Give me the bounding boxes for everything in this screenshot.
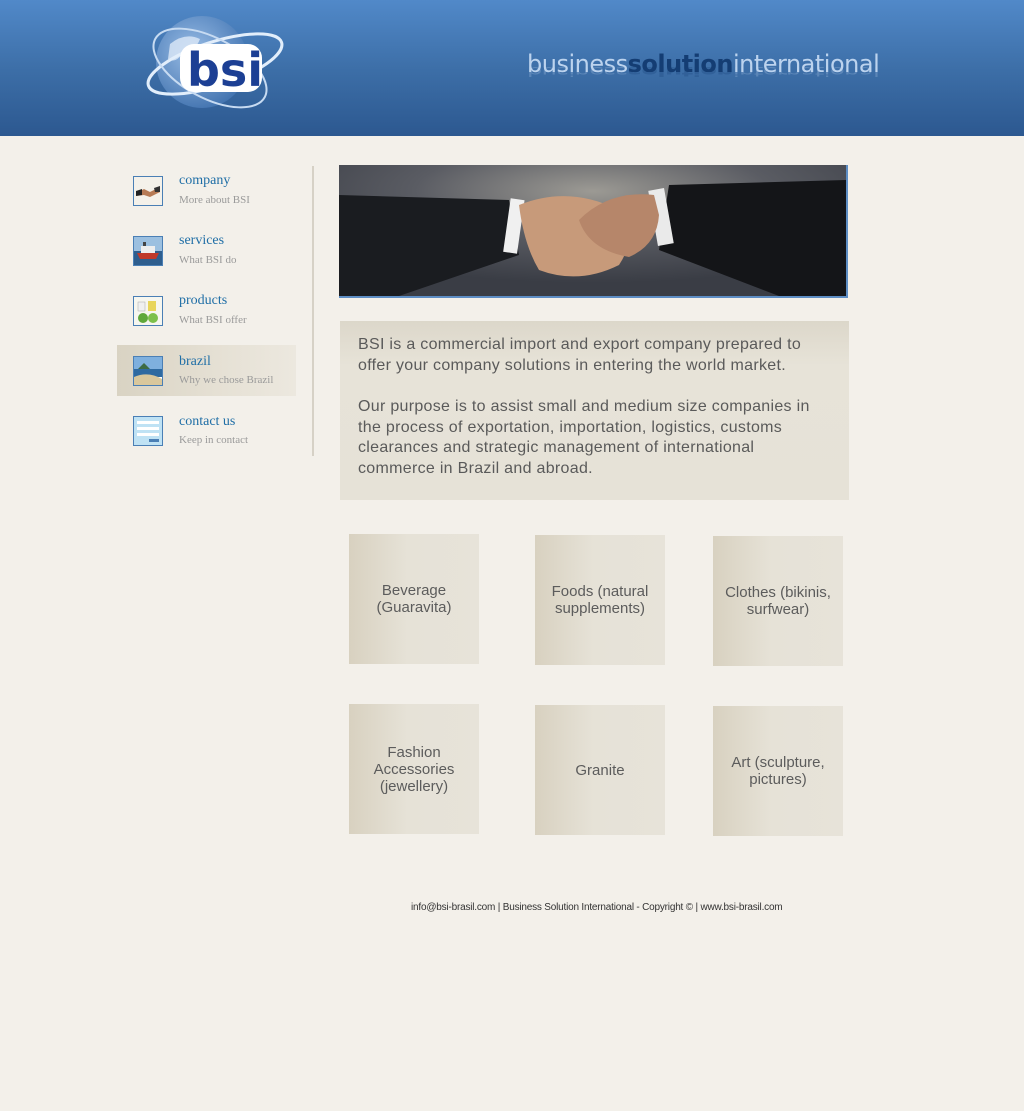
sidebar-item-subtitle: More about BSI [179, 194, 250, 206]
sidebar-item-subtitle: Keep in contact [179, 434, 249, 446]
footer-website-link[interactable]: www.bsi-brasil.com [700, 902, 782, 913]
sidebar-item-title: services [179, 233, 225, 248]
sidebar-item-products[interactable]: products What BSI offer [117, 285, 296, 336]
sidebar-item-company[interactable]: company More about BSI [117, 165, 296, 216]
sidebar-item-title: contact us [179, 414, 236, 429]
beach-icon [133, 356, 163, 386]
sidebar-item-services[interactable]: services What BSI do [117, 225, 296, 276]
product-tile-beverage[interactable]: Beverage (Guaravita) [349, 534, 479, 664]
product-tile-granite[interactable]: Granite [535, 705, 665, 835]
product-tile-foods[interactable]: Foods (natural supplements) [535, 535, 665, 665]
product-tile-art[interactable]: Art (sculpture, pictures) [713, 706, 843, 836]
product-tile-clothes[interactable]: Clothes (bikinis, surfwear) [713, 536, 843, 666]
product-tile-fashion-accessories[interactable]: Fashion Accessories (jewellery) [349, 704, 479, 834]
intro-paragraph-1: BSI is a commercial import and export co… [358, 336, 802, 374]
sidebar-item-title: products [179, 293, 228, 308]
intro-paragraph-2: Our purpose is to assist small and mediu… [358, 398, 810, 477]
bsi-logo[interactable]: bsi [140, 4, 290, 126]
intro-text-box: BSI is a commercial import and export co… [340, 321, 849, 500]
form-icon [133, 416, 163, 446]
ship-icon [133, 236, 163, 266]
site-header: bsi businesssolutioninternational busine… [0, 0, 1024, 136]
sidebar-item-brazil[interactable]: brazil Why we chose Brazil [117, 345, 296, 396]
logo-text: bsi [187, 43, 263, 97]
footer-email-link[interactable]: info@bsi-brasil.com [411, 902, 495, 913]
sidebar-item-subtitle: What BSI do [179, 254, 237, 266]
sidebar-divider [312, 166, 314, 456]
handshake-icon [133, 176, 163, 206]
sidebar-item-title: brazil [179, 354, 211, 369]
footer-copyright: Business Solution International - Copyri… [502, 902, 693, 913]
sidebar-item-title: company [179, 173, 231, 188]
handshake-banner-image [339, 165, 848, 298]
products-icon [133, 296, 163, 326]
site-footer: info@bsi-brasil.com | Business Solution … [411, 902, 783, 913]
sidebar-item-subtitle: What BSI offer [179, 314, 247, 326]
sidebar-item-subtitle: Why we chose Brazil [179, 374, 274, 386]
sidebar-item-contact-us[interactable]: contact us Keep in contact [117, 405, 296, 456]
tagline-reflection: businesssolutioninternational [527, 63, 880, 79]
